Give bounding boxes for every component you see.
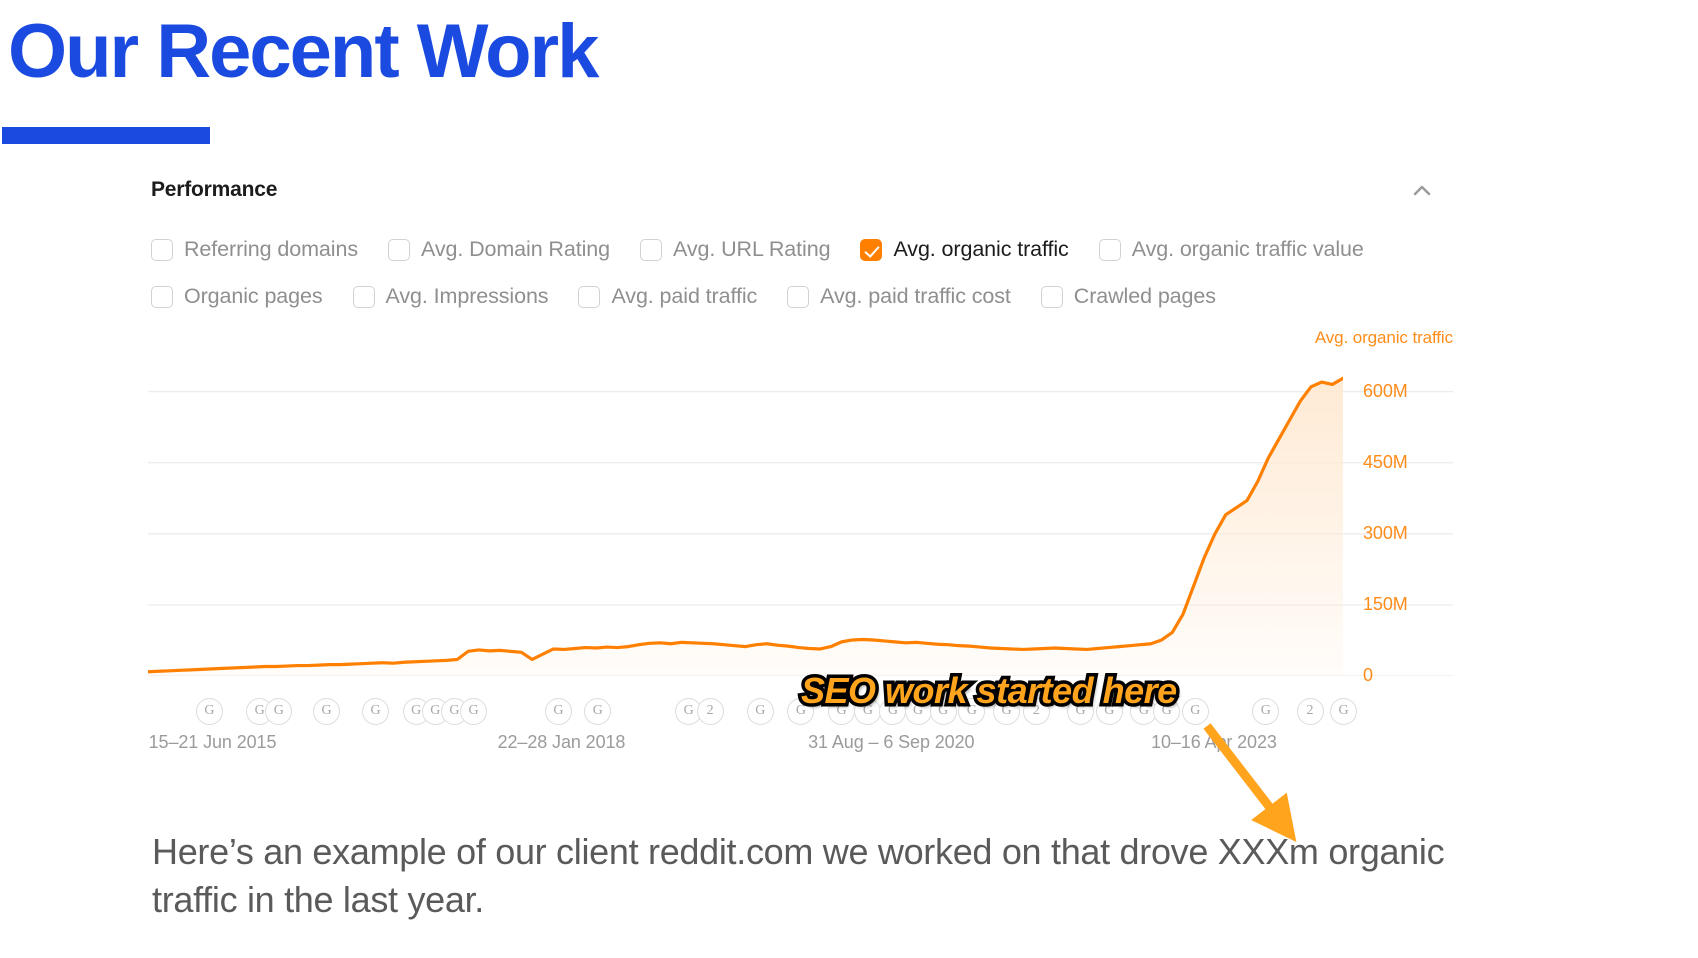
checkbox-label: Avg. paid traffic cost	[820, 284, 1011, 308]
checkbox-box	[352, 285, 375, 308]
x-axis-tick-label: 22–28 Jan 2018	[497, 732, 626, 752]
x-axis-tick-label: 31 Aug – 6 Sep 2020	[808, 732, 975, 752]
chart-line	[148, 376, 1343, 674]
checkbox-label: Avg. organic traffic value	[1131, 237, 1364, 261]
metric-checkbox-rows: Referring domains Avg. Domain Rating Avg…	[151, 226, 1451, 320]
checkbox-avg-url-rating[interactable]: Avg. URL Rating	[639, 237, 831, 262]
checkbox-label: Avg. Impressions	[385, 284, 549, 308]
chart-plot-area	[148, 356, 1343, 676]
checkbox-box	[639, 238, 662, 261]
y-axis-tick-label: 0	[1363, 665, 1373, 685]
checkbox-box	[787, 285, 810, 308]
google-update-marker[interactable]: G	[460, 698, 488, 725]
chart-x-axis-labels: 15–21 Jun 2015 22–28 Jan 2018 31 Aug – 6 S…	[148, 732, 1343, 762]
google-update-marker[interactable]: 2	[696, 698, 724, 725]
google-update-marker[interactable]: G	[746, 698, 774, 725]
x-axis-tick-label: 10–16 Apr 2023	[1151, 732, 1277, 752]
google-update-marker[interactable]: 2	[1296, 698, 1324, 725]
checkbox-organic-pages[interactable]: Organic pages	[151, 284, 323, 309]
checkbox-label: Avg. organic traffic	[893, 237, 1069, 261]
google-update-marker[interactable]: G	[195, 698, 223, 725]
performance-card-header: Performance	[148, 170, 1453, 216]
checkbox-label: Crawled pages	[1073, 284, 1216, 308]
slide: Our Recent Work Performance Referring do…	[0, 0, 1698, 958]
checkbox-avg-organic-traffic[interactable]: Avg. organic traffic	[860, 237, 1069, 262]
metric-row-2: Organic pages Avg. Impressions Avg. paid…	[151, 273, 1451, 320]
checkbox-avg-impressions[interactable]: Avg. Impressions	[352, 284, 549, 309]
metric-row-1: Referring domains Avg. Domain Rating Avg…	[151, 226, 1451, 273]
checkbox-box	[151, 238, 173, 261]
title-underline	[2, 127, 210, 144]
checkbox-label: Organic pages	[184, 284, 323, 308]
page-title: Our Recent Work	[8, 9, 599, 94]
checkbox-box	[387, 238, 410, 261]
slide-caption: Here’s an example of our client reddit.c…	[152, 831, 1445, 921]
annotation-text: SEO work started here	[798, 667, 1181, 715]
y-axis-tick-label: 150M	[1363, 593, 1408, 614]
checkbox-label: Avg. paid traffic	[611, 284, 758, 308]
checkbox-avg-paid-traffic[interactable]: Avg. paid traffic	[578, 284, 757, 309]
checkbox-label: Avg. URL Rating	[672, 237, 831, 261]
checkbox-label: Avg. Domain Rating	[420, 237, 610, 261]
performance-card: Performance Referring domains Avg. Domai…	[148, 170, 1453, 842]
performance-title: Performance	[151, 178, 278, 201]
checkbox-box	[1098, 238, 1121, 261]
checkbox-avg-paid-traffic-cost[interactable]: Avg. paid traffic cost	[787, 284, 1011, 309]
checkbox-avg-organic-traffic-value[interactable]: Avg. organic traffic value	[1098, 237, 1364, 262]
chart-series-legend: Avg. organic traffic	[1314, 328, 1453, 347]
checkbox-referring-domains[interactable]: Referring domains	[151, 237, 358, 262]
google-update-marker[interactable]: G	[584, 698, 612, 725]
x-axis-tick-label: 15–21 Jun 2015	[148, 732, 277, 752]
google-update-marker[interactable]: G	[1252, 698, 1280, 725]
checkbox-box	[151, 285, 173, 308]
google-update-marker[interactable]: G	[313, 698, 341, 725]
checkbox-box	[1040, 285, 1063, 308]
google-update-marker[interactable]: G	[1181, 698, 1209, 725]
checkbox-avg-domain-rating[interactable]: Avg. Domain Rating	[387, 237, 610, 262]
checkbox-label: Referring domains	[184, 237, 358, 261]
y-axis-tick-label: 300M	[1363, 522, 1408, 543]
checkbox-crawled-pages[interactable]: Crawled pages	[1040, 284, 1216, 309]
checkbox-box	[578, 285, 601, 308]
chart-area-fill	[148, 378, 1343, 676]
google-update-marker[interactable]: G	[265, 698, 293, 725]
y-axis-tick-label: 450M	[1363, 451, 1408, 472]
y-axis-tick-label: 600M	[1363, 380, 1408, 401]
google-update-marker[interactable]: G	[544, 698, 572, 725]
google-update-marker[interactable]: G	[362, 698, 390, 725]
chart-y-axis: 0 150M 300M 450M 600M	[1353, 356, 1453, 696]
google-update-marker[interactable]: G	[1330, 698, 1357, 725]
chevron-up-icon[interactable]	[1409, 178, 1435, 204]
checkbox-box-checked	[860, 238, 883, 261]
performance-chart: Avg. organic traffic 0 150M 300M 450M 600M G…	[148, 328, 1453, 752]
